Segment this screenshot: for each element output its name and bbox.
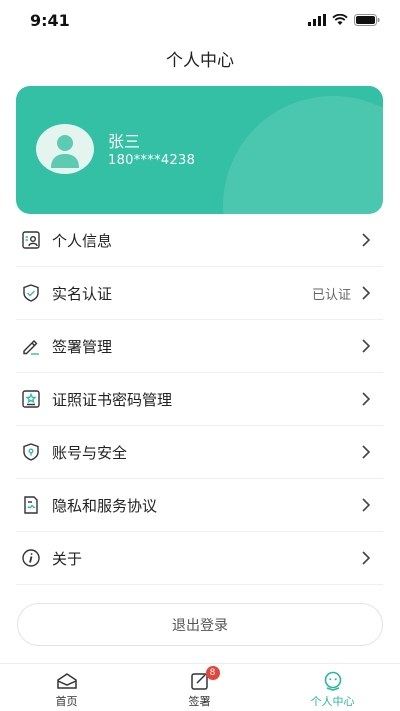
chevron-right-icon	[359, 551, 373, 565]
shield-lock-icon	[20, 441, 42, 463]
inbox-icon	[56, 671, 78, 691]
info-icon	[20, 547, 42, 569]
tab-label: 签署	[188, 695, 211, 708]
chevron-right-icon	[359, 233, 373, 247]
tab-sign[interactable]: 8 签署	[133, 664, 266, 711]
wifi-icon	[332, 14, 348, 25]
id-card-icon	[20, 229, 42, 251]
card-decoration	[223, 96, 383, 214]
user-avatar-icon	[51, 135, 79, 168]
menu-item-signing-management[interactable]: 签署管理	[16, 320, 383, 373]
certificate-icon	[20, 388, 42, 410]
menu-label: 关于	[52, 549, 83, 568]
agreement-icon	[20, 494, 42, 516]
profile-icon	[322, 671, 344, 691]
tab-profile[interactable]: 个人中心	[266, 664, 399, 711]
chevron-right-icon	[359, 392, 373, 406]
menu-item-real-name-auth[interactable]: 实名认证 已认证	[16, 267, 383, 320]
menu-item-personal-info[interactable]: 个人信息	[16, 214, 383, 267]
menu-label: 个人信息	[52, 231, 113, 250]
menu-item-about[interactable]: 关于	[16, 532, 383, 585]
tab-label: 个人中心	[310, 695, 355, 708]
notification-badge: 8	[205, 666, 220, 680]
menu-label: 隐私和服务协议	[52, 496, 158, 515]
menu-item-privacy-agreement[interactable]: 隐私和服务协议	[16, 479, 383, 532]
menu-label: 账号与安全	[52, 443, 128, 462]
logout-button[interactable]: 退出登录	[17, 603, 383, 646]
shield-check-icon	[20, 282, 42, 304]
menu-label: 实名认证	[52, 284, 113, 303]
pen-icon	[20, 335, 42, 357]
tab-home[interactable]: 首页	[0, 664, 133, 711]
signal-icon	[308, 14, 326, 26]
chevron-right-icon	[359, 498, 373, 512]
menu-label: 证照证书密码管理	[52, 390, 173, 409]
battery-icon	[354, 14, 380, 26]
menu-item-certificate-password[interactable]: 证照证书密码管理	[16, 373, 383, 426]
menu-item-account-security[interactable]: 账号与安全	[16, 426, 383, 479]
bottom-tab-bar: 首页 8 签署 个人中心	[0, 663, 400, 711]
profile-card[interactable]: 张三 180****4238	[16, 86, 383, 214]
chevron-right-icon	[359, 286, 373, 300]
avatar[interactable]	[36, 124, 94, 174]
settings-menu: 个人信息 实名认证 已认证 签署管理 证照证书密码管理 账号与安全 隐私和服务协…	[16, 214, 383, 585]
status-time: 9:41	[30, 11, 70, 30]
user-name: 张三	[108, 132, 141, 151]
status-bar: 9:41	[0, 0, 400, 40]
auth-status: 已认证	[311, 287, 351, 303]
status-icons	[308, 14, 380, 26]
user-phone: 180****4238	[108, 153, 196, 168]
menu-label: 签署管理	[52, 337, 113, 356]
tab-label: 首页	[55, 695, 78, 708]
chevron-right-icon	[359, 339, 373, 353]
sign-icon: 8	[189, 666, 220, 691]
chevron-right-icon	[359, 445, 373, 459]
page-title: 个人中心	[166, 51, 234, 71]
